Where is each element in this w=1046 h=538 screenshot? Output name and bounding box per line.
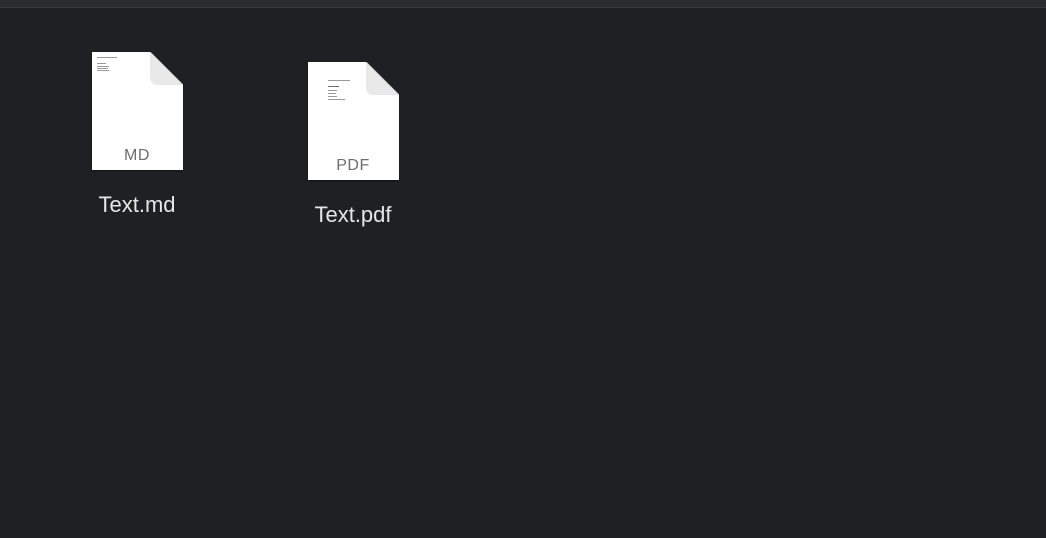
window-top-edge [0, 0, 1046, 8]
desktop-area[interactable]: MD Text.md PDF Text.pdf [0, 8, 1046, 538]
file-name-label[interactable]: Text.pdf [283, 202, 423, 228]
file-name-label[interactable]: Text.md [67, 192, 207, 218]
pdf-document-icon[interactable]: PDF [307, 62, 399, 180]
file-item-text-pdf[interactable]: PDF Text.pdf [283, 62, 423, 228]
file-type-label: MD [124, 147, 150, 164]
file-item-text-md[interactable]: MD Text.md [67, 52, 207, 218]
markdown-document-icon[interactable]: MD [91, 52, 183, 170]
file-type-label: PDF [336, 157, 370, 174]
